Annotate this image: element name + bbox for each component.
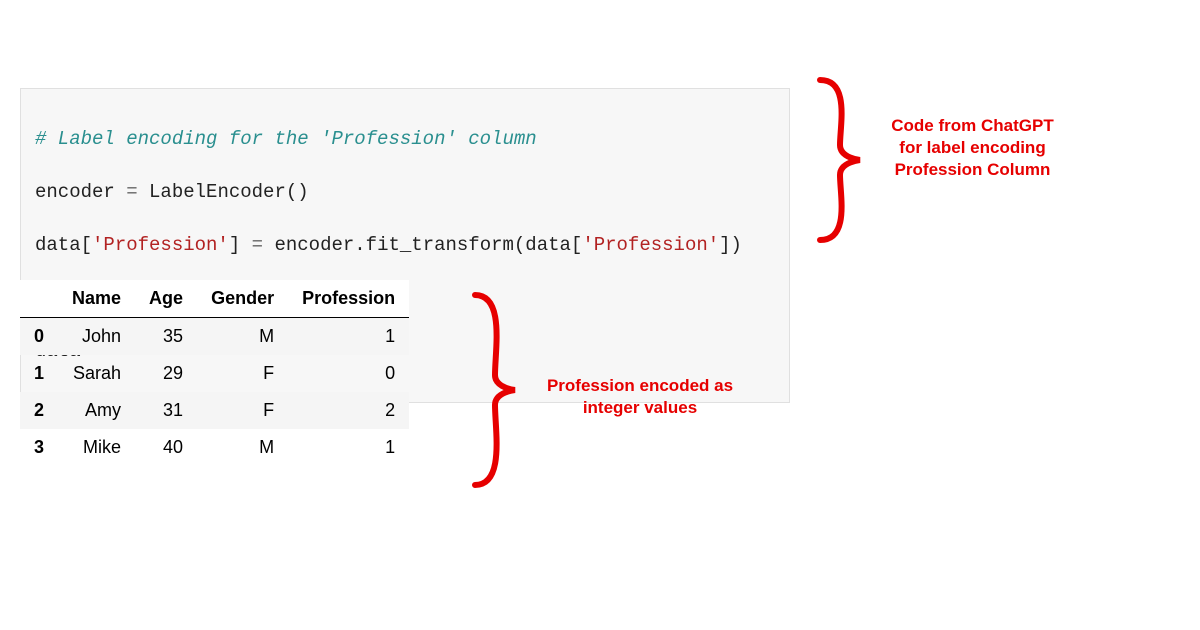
cell-name: Amy [58,392,135,429]
cell-profession: 1 [288,318,409,356]
cell-gender: M [197,318,288,356]
table-header-gender: Gender [197,280,288,318]
code-text: encoder.fit_transform(data[ [263,234,582,256]
cell-profession: 2 [288,392,409,429]
cell-age: 40 [135,429,197,466]
cell-profession: 1 [288,429,409,466]
cell-name: Mike [58,429,135,466]
code-text: data[ [35,234,92,256]
code-text: encoder [35,181,126,203]
table-header-profession: Profession [288,280,409,318]
table-header-row: Name Age Gender Profession [20,280,409,318]
table-row: 3 Mike 40 M 1 [20,429,409,466]
code-operator: = [126,181,137,203]
cell-age: 29 [135,355,197,392]
row-index: 3 [20,429,58,466]
code-string: 'Profession' [582,234,719,256]
code-text: ]) [719,234,742,256]
row-index: 0 [20,318,58,356]
cell-name: Sarah [58,355,135,392]
table-header-index [20,280,58,318]
table-row: 0 John 35 M 1 [20,318,409,356]
brace-icon [460,285,530,495]
cell-gender: M [197,429,288,466]
cell-name: John [58,318,135,356]
table-header-name: Name [58,280,135,318]
code-comment: # Label encoding for the 'Profession' co… [35,128,537,150]
cell-profession: 0 [288,355,409,392]
brace-icon [805,70,875,250]
annotation-code: Code from ChatGPT for label encoding Pro… [885,115,1060,181]
table-row: 1 Sarah 29 F 0 [20,355,409,392]
dataframe-table: Name Age Gender Profession 0 John 35 M 1… [20,280,409,466]
code-text: ] [229,234,252,256]
code-operator: = [252,234,263,256]
code-text: LabelEncoder() [138,181,309,203]
cell-gender: F [197,392,288,429]
annotation-table: Profession encoded as integer values [540,375,740,419]
cell-gender: F [197,355,288,392]
cell-age: 31 [135,392,197,429]
cell-age: 35 [135,318,197,356]
code-string: 'Profession' [92,234,229,256]
row-index: 1 [20,355,58,392]
table-header-age: Age [135,280,197,318]
table-row: 2 Amy 31 F 2 [20,392,409,429]
row-index: 2 [20,392,58,429]
